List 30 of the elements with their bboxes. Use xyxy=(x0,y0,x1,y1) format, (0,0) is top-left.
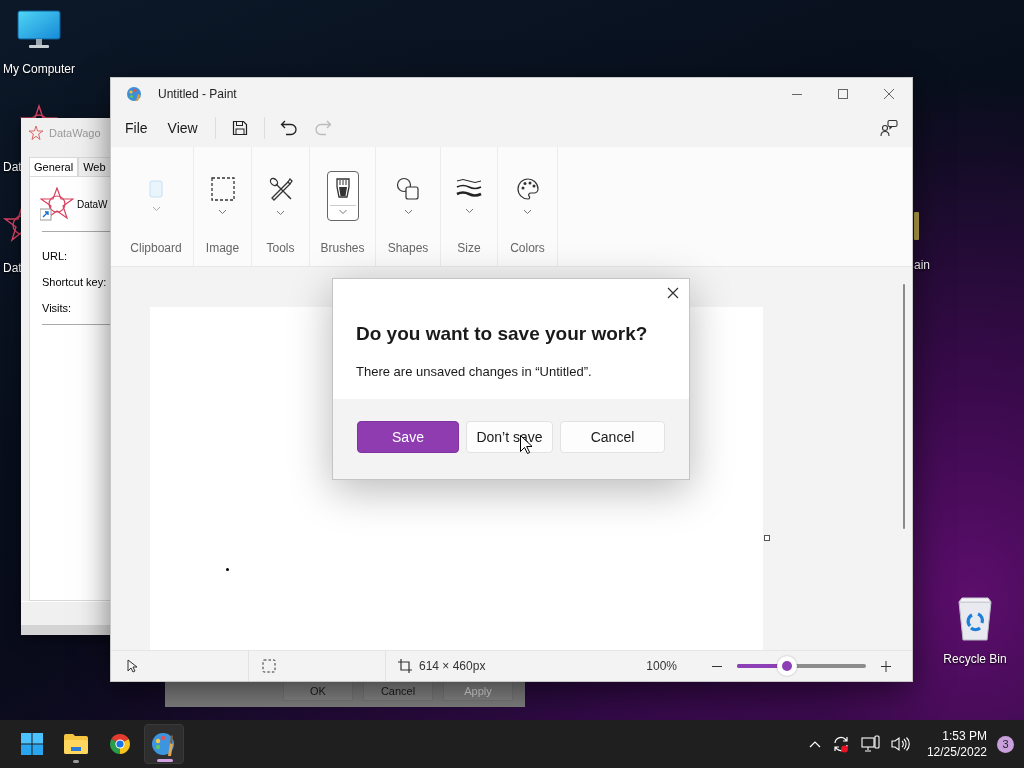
icon-label[interactable]: Recycle Bin xyxy=(943,652,1007,666)
dialog-button[interactable]: Save xyxy=(357,421,459,453)
menu-item[interactable]: View xyxy=(158,114,207,142)
window-title: Untitled - Paint xyxy=(158,86,237,101)
ribbon-group-label: Colors xyxy=(510,241,545,255)
window-title: DataWago xyxy=(49,127,101,139)
canvas-size: 614 × 460px xyxy=(419,659,486,673)
app-name: DataW xyxy=(77,198,108,210)
field-label: URL: xyxy=(42,250,69,262)
icon-label[interactable]: My Computer xyxy=(3,62,75,76)
icon-label[interactable]: ain xyxy=(914,258,930,272)
ribbon-group-label: Clipboard xyxy=(130,241,182,255)
ribbon-group-label: Size xyxy=(457,241,481,255)
field-label: Visits: xyxy=(42,302,73,314)
ribbon-group-label: Tools xyxy=(266,241,295,255)
ribbon-group-label: Brushes xyxy=(320,241,365,255)
dialog-button[interactable]: Cancel xyxy=(560,421,665,453)
notification-badge[interactable]: 3 xyxy=(997,735,1014,753)
menu-item[interactable]: File xyxy=(116,114,157,142)
dialog-message: There are unsaved changes in “Untitled”. xyxy=(356,364,593,379)
field-label: Shortcut key: xyxy=(42,276,108,288)
zoom-level: 100% xyxy=(646,659,677,673)
tab[interactable]: Web xyxy=(78,157,111,176)
ribbon-group-label: Shapes xyxy=(387,241,429,255)
clock-button[interactable]: 1:53 PM 12/25/2022 xyxy=(916,728,995,760)
icon-label[interactable]: Dat xyxy=(0,160,22,174)
dialog-title: Do you want to save your work? xyxy=(356,323,649,345)
ribbon-group-label: Image xyxy=(205,241,240,255)
icon-label[interactable]: Dat xyxy=(0,261,22,275)
tab[interactable]: General xyxy=(29,157,79,176)
